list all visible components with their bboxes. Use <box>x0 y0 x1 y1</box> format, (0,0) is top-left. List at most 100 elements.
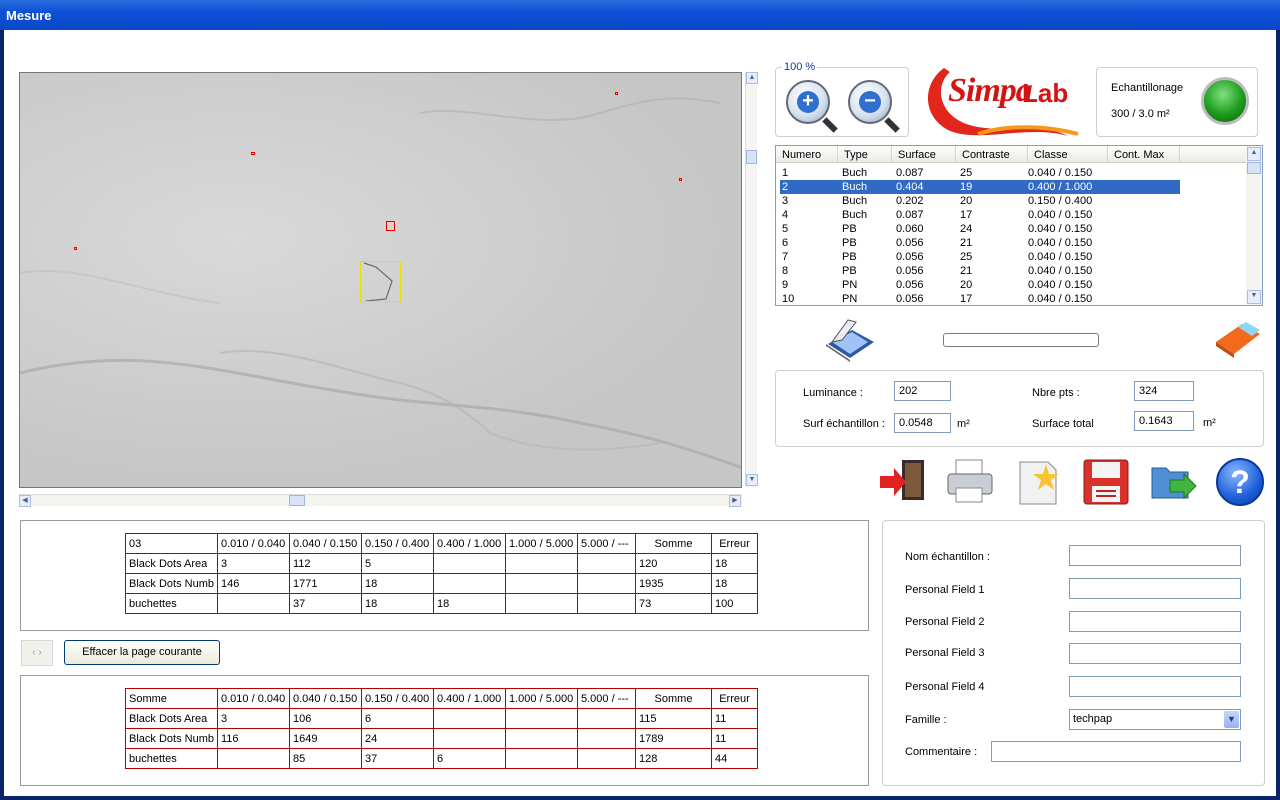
list-item[interactable]: 10 PN 0.056 17 0.040 / 0.150 <box>780 292 1180 305</box>
surf-echantillon-field[interactable]: 0.0548 <box>894 413 951 433</box>
selected-defect-marker[interactable] <box>360 261 401 302</box>
list-item[interactable]: 2 Buch 0.404 19 0.400 / 1.000 <box>780 180 1180 194</box>
page-nav-arrows[interactable]: ‹ › <box>21 640 53 666</box>
luminance-field[interactable]: 202 <box>894 381 951 401</box>
totals-table-panel: Somme 0.010 / 0.040 0.040 / 0.150 0.150 / 0… <box>20 675 869 786</box>
list-cell: Buch <box>842 209 868 221</box>
list-cell: 8 <box>782 265 789 277</box>
current-page-table: 03 0.010 / 0.040 0.040 / 0.150 0.150 / 0.40… <box>125 533 758 614</box>
table-cell: 18 <box>433 593 506 614</box>
table-cell: 146 <box>217 573 290 594</box>
table-header-cell: 1.000 / 5.000 <box>505 688 578 709</box>
new-document-icon[interactable] <box>1012 458 1062 508</box>
scroll-left-icon[interactable]: ◀ <box>19 495 31 507</box>
table-cell: 6 <box>361 708 434 729</box>
scanner-icon[interactable] <box>824 318 876 362</box>
sample-image-viewer[interactable] <box>19 72 742 488</box>
defect-marker[interactable] <box>615 92 618 95</box>
table-header-cell: 0.040 / 0.150 <box>289 533 362 554</box>
list-cell: 5 <box>782 223 789 235</box>
scroll-down-icon[interactable]: ▼ <box>1247 290 1261 304</box>
scroll-right-icon[interactable]: ▶ <box>729 495 741 507</box>
list-item[interactable]: 5 PB 0.060 24 0.040 / 0.150 <box>780 222 1180 236</box>
results-list[interactable]: Numero Type Surface Contraste Classe Con… <box>775 145 1263 306</box>
sampling-group: Echantillonage 300 / 3.0 m² <box>1096 67 1258 137</box>
nbre-pts-field[interactable]: 324 <box>1134 381 1194 401</box>
list-cell: PN <box>842 279 858 291</box>
help-icon[interactable]: ? <box>1216 458 1264 506</box>
logo-text-lab: Lab <box>1022 78 1069 108</box>
list-item[interactable]: 3 Buch 0.202 20 0.150 / 0.400 <box>780 194 1180 208</box>
current-page-table-panel: 03 0.010 / 0.040 0.040 / 0.150 0.150 / 0.40… <box>20 520 869 631</box>
list-item[interactable]: 9 PN 0.056 20 0.040 / 0.150 <box>780 278 1180 292</box>
defect-marker[interactable] <box>386 221 395 231</box>
defect-marker[interactable] <box>74 247 77 250</box>
table-header-cell: 5.000 / --- <box>577 533 636 554</box>
scroll-down-icon[interactable]: ▼ <box>746 474 758 486</box>
column-header[interactable]: Type <box>838 146 892 163</box>
list-cell: PN <box>842 293 858 305</box>
personal-field-2-input[interactable] <box>1069 611 1241 632</box>
table-header-cell: Erreur <box>711 688 758 709</box>
list-cell: 0.040 / 0.150 <box>1028 265 1093 277</box>
scroll-thumb[interactable] <box>746 150 757 164</box>
zoom-in-icon[interactable]: + <box>786 80 838 133</box>
list-item[interactable]: 7 PB 0.056 25 0.040 / 0.150 <box>780 250 1180 264</box>
table-cell: 128 <box>635 748 712 769</box>
scroll-thumb[interactable] <box>1247 162 1261 174</box>
famille-select[interactable]: techpap ▼ <box>1069 709 1241 730</box>
nom-echantillon-field[interactable] <box>1069 545 1241 566</box>
defect-marker[interactable] <box>679 178 682 181</box>
personal-field-1-input[interactable] <box>1069 578 1241 599</box>
list-item[interactable]: 4 Buch 0.087 17 0.040 / 0.150 <box>780 208 1180 222</box>
personal-field-3-label: Personal Field 3 <box>905 647 985 659</box>
scroll-up-icon[interactable]: ▲ <box>1247 147 1261 161</box>
printer-icon[interactable] <box>944 458 994 508</box>
scroll-up-icon[interactable]: ▲ <box>746 72 758 84</box>
list-item[interactable]: 8 PB 0.056 21 0.040 / 0.150 <box>780 264 1180 278</box>
table-header-cell: Somme <box>125 688 218 709</box>
table-cell <box>577 708 636 729</box>
column-header[interactable]: Cont. Max <box>1108 146 1180 163</box>
status-led-icon <box>1201 77 1249 125</box>
surface-total-field[interactable]: 0.1643 <box>1134 411 1194 431</box>
list-item[interactable]: 6 PB 0.056 21 0.040 / 0.150 <box>780 236 1180 250</box>
table-cell: 18 <box>711 573 758 594</box>
viewer-vertical-scrollbar[interactable]: ▲ ▼ <box>745 72 758 487</box>
table-cell <box>577 728 636 749</box>
list-cell: 7 <box>782 251 789 263</box>
column-header[interactable]: Surface <box>892 146 956 163</box>
list-scrollbar[interactable]: ▲ ▼ <box>1246 146 1262 305</box>
list-cell: 0.087 <box>896 167 924 179</box>
eraser-icon[interactable] <box>1212 318 1262 358</box>
list-cell: 0.150 / 0.400 <box>1028 195 1093 207</box>
personal-field-4-input[interactable] <box>1069 676 1241 697</box>
zoom-out-icon[interactable]: − <box>848 80 900 133</box>
viewer-horizontal-scrollbar[interactable]: ◀ ▶ <box>19 494 742 507</box>
table-row: 03 0.010 / 0.040 0.040 / 0.150 0.150 / 0.40… <box>125 533 758 554</box>
sampling-value: 300 / 3.0 m² <box>1111 108 1170 120</box>
personal-field-3-input[interactable] <box>1069 643 1241 664</box>
list-cell: 0.040 / 0.150 <box>1028 251 1093 263</box>
commentaire-field[interactable] <box>991 741 1241 762</box>
column-header[interactable]: Classe <box>1028 146 1108 163</box>
column-header[interactable]: Numero <box>776 146 838 163</box>
previous-page-icon[interactable]: ‹ <box>32 647 35 658</box>
table-cell: 1935 <box>635 573 712 594</box>
table-cell: Black Dots Area <box>125 553 218 574</box>
table-header-cell: Erreur <box>711 533 758 554</box>
next-page-icon[interactable]: › <box>38 647 41 658</box>
defect-marker[interactable] <box>251 152 255 155</box>
save-floppy-icon[interactable] <box>1080 458 1130 508</box>
table-cell: 37 <box>289 593 362 614</box>
export-folder-icon[interactable] <box>1148 458 1198 508</box>
scroll-thumb[interactable] <box>289 495 305 506</box>
chevron-down-icon[interactable]: ▼ <box>1224 711 1239 728</box>
list-cell: 17 <box>960 209 973 221</box>
clear-current-page-button[interactable]: Effacer la page courante <box>64 640 220 665</box>
list-item[interactable]: 1 Buch 0.087 25 0.040 / 0.150 <box>780 166 1180 180</box>
list-cell: 21 <box>960 265 973 277</box>
table-cell <box>505 573 578 594</box>
exit-icon[interactable] <box>878 458 928 508</box>
column-header[interactable]: Contraste <box>956 146 1028 163</box>
